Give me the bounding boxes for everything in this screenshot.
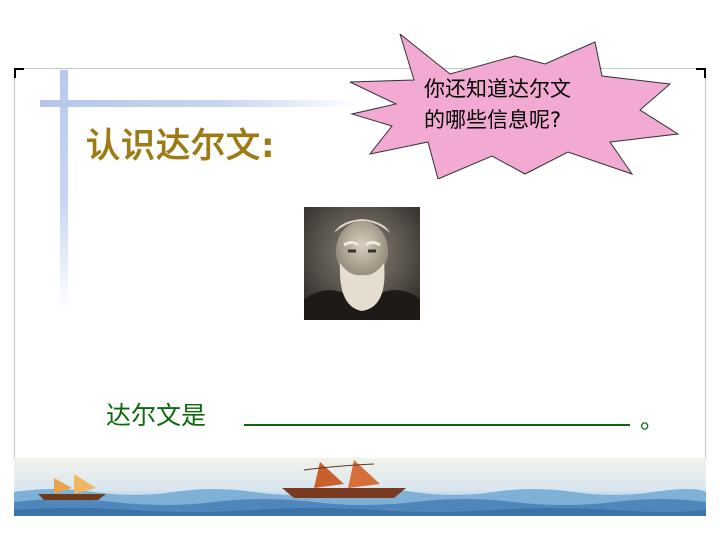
- frame-corner-mark: [704, 68, 706, 78]
- frame-left-border: [14, 68, 15, 460]
- period-mark: 。: [640, 406, 664, 434]
- sea-footer-banner: [14, 458, 706, 516]
- callout-line-1: 你还知道达尔文: [424, 77, 571, 101]
- answer-blank-line: [244, 424, 630, 426]
- frame-corner-mark: [14, 68, 16, 78]
- fill-in-prompt: 达尔文是: [106, 401, 207, 430]
- frame-right-border: [705, 68, 706, 460]
- darwin-portrait-image: [304, 207, 420, 320]
- callout-line-2: 的哪些信息呢?: [424, 108, 562, 132]
- slide-title: 认识达尔文:: [86, 126, 276, 166]
- decorative-cross-horizontal: [40, 100, 360, 107]
- callout-text: 你还知道达尔文 的哪些信息呢?: [424, 74, 571, 136]
- slide: 认识达尔文: 你还知道达尔文 的哪些信息呢? 达尔文是 。: [0, 0, 720, 540]
